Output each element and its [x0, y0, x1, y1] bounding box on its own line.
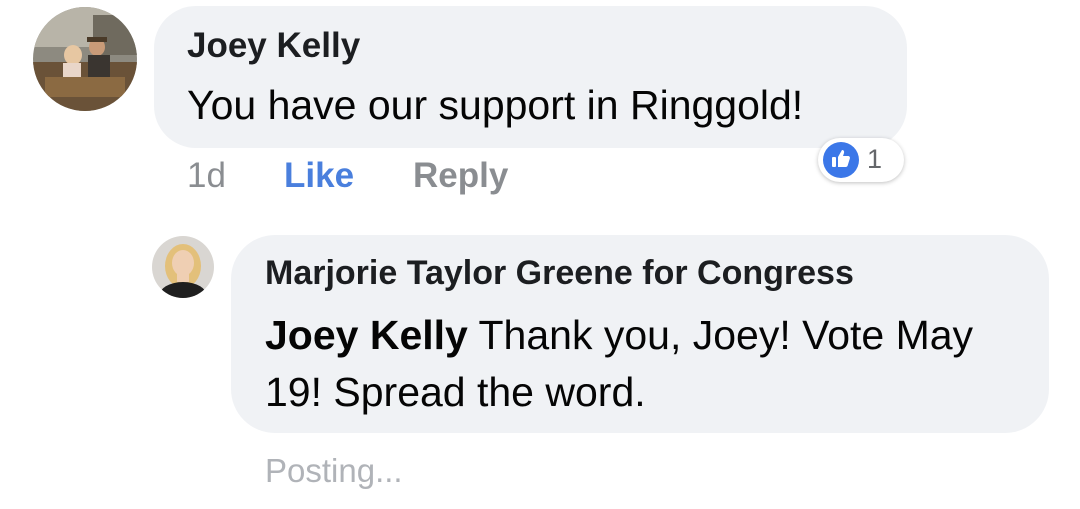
comment-text: You have our support in Ringgold!: [187, 82, 804, 128]
avatar-marjorie-taylor-greene[interactable]: [152, 236, 214, 298]
like-button[interactable]: Like: [284, 156, 354, 196]
reply-author[interactable]: Marjorie Taylor Greene for Congress: [265, 254, 854, 293]
reply-mention[interactable]: Joey Kelly: [265, 312, 468, 358]
thumbs-up-icon: [823, 142, 859, 178]
reaction-count: 1: [867, 144, 883, 174]
comment-timestamp[interactable]: 1d: [187, 156, 226, 196]
reply-text: Joey Kelly Thank you, Joey! Vote May 19!…: [265, 307, 1025, 421]
comment-actions: 1d Like Reply: [0, 156, 1080, 202]
comment-author[interactable]: Joey Kelly: [187, 26, 360, 66]
avatar-photo: [152, 236, 214, 298]
posting-status: Posting...: [265, 452, 403, 489]
avatar-photo: [33, 7, 137, 111]
avatar-joey-kelly[interactable]: [33, 7, 137, 111]
reaction-badge[interactable]: 1: [818, 138, 904, 182]
reply-button[interactable]: Reply: [413, 156, 508, 196]
